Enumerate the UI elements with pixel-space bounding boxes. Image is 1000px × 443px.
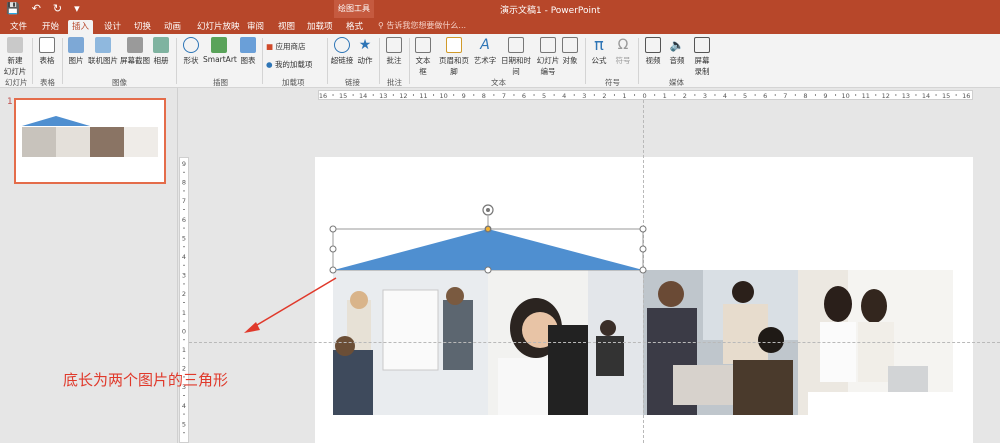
annotation-arrow	[251, 277, 337, 329]
triangle-shape[interactable]	[334, 229, 643, 270]
rotate-handle-icon[interactable]	[482, 204, 494, 216]
adjust-handle[interactable]	[485, 226, 491, 232]
annotation-text: 底长为两个图片的三角形	[63, 371, 229, 389]
arrowhead-icon	[244, 322, 260, 333]
